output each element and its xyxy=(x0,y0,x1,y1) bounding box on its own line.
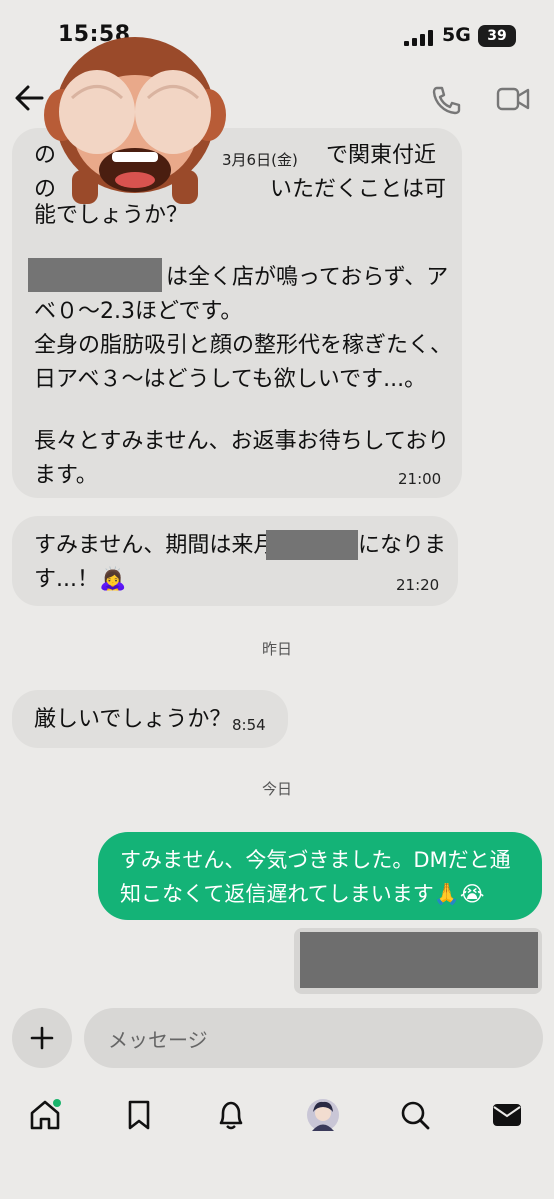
redacted-image xyxy=(300,932,538,988)
search-icon[interactable] xyxy=(398,1098,432,1132)
date-chip: 3月6日(金) xyxy=(222,151,298,169)
message-text: すみません、期間は来月 xyxy=(34,533,276,558)
message-text: ます。 xyxy=(34,463,98,488)
message-text: で関東付近 xyxy=(326,143,437,168)
see-no-evil-monkey-sticker xyxy=(44,37,226,204)
day-separator: 今日 xyxy=(261,780,292,798)
message-text: ベ０～2.3ほどです。 xyxy=(34,299,243,324)
message-text: 日アベ３～はどうしても欲しいです...。 xyxy=(34,367,427,392)
battery-indicator: 39 xyxy=(478,25,516,47)
message-text: 長々とすみません、お返事お待ちしており xyxy=(34,429,450,454)
signal-icon xyxy=(404,30,433,46)
redacted-text xyxy=(266,530,358,560)
message-timestamp: 8:54 xyxy=(232,716,266,734)
message-input-placeholder: メッセージ xyxy=(108,1028,208,1052)
message-text: 全身の脂肪吸引と顔の整形代を稼ぎたく、 xyxy=(34,333,453,358)
message-timestamp: 21:20 xyxy=(396,576,440,594)
message-timestamp: 21:00 xyxy=(398,470,442,488)
message-text: いただくことは可 xyxy=(270,177,447,202)
message-text: す...！🙇‍♀️ xyxy=(34,567,127,592)
home-icon[interactable] xyxy=(28,1098,62,1132)
message-text: 知こなくて返信遅れてしまいます🙏😭 xyxy=(120,882,485,906)
bookmark-icon[interactable] xyxy=(122,1098,156,1132)
profile-avatar[interactable] xyxy=(306,1098,340,1132)
video-call-icon[interactable] xyxy=(496,86,530,112)
message-text: になりま xyxy=(358,533,447,558)
message-text: は全く店が鳴っておらず、ア xyxy=(166,265,449,290)
plus-icon xyxy=(30,1026,54,1050)
back-arrow-icon[interactable] xyxy=(14,84,44,112)
inbox-icon[interactable] xyxy=(490,1098,524,1132)
bell-icon[interactable] xyxy=(214,1098,248,1132)
network-label: 5G xyxy=(442,24,471,46)
phone-icon[interactable] xyxy=(430,84,462,116)
message-text: 厳しいでしょうか？ xyxy=(34,707,232,732)
message-text: すみません、今気づきました。DMだと通 xyxy=(120,848,511,872)
day-separator: 昨日 xyxy=(261,640,292,658)
redacted-text xyxy=(28,258,162,292)
